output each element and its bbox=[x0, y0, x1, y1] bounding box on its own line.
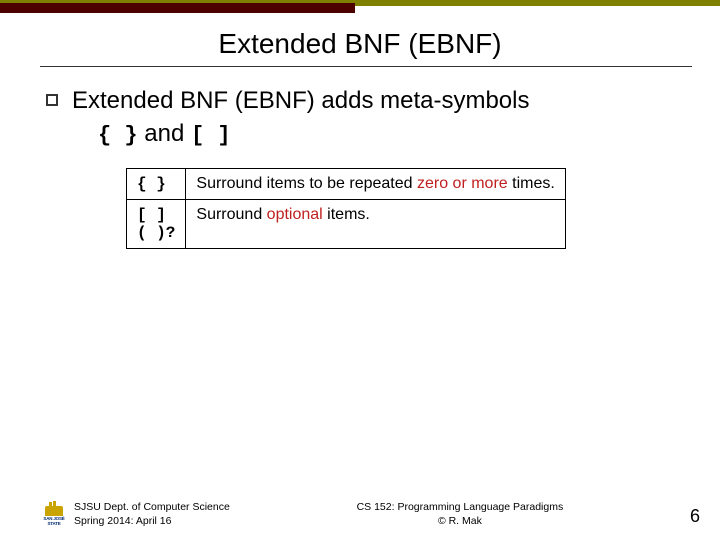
desc-highlight: zero or more bbox=[417, 175, 508, 192]
footer-dept: SJSU Dept. of Computer Science bbox=[74, 500, 230, 514]
footer-left: SAN JOSÉ STATE SJSU Dept. of Computer Sc… bbox=[42, 500, 230, 528]
footer-date: Spring 2014: April 16 bbox=[74, 514, 230, 528]
bullet-line1: Extended BNF (EBNF) adds meta-symbols bbox=[72, 86, 530, 116]
desc-pre: Surround bbox=[196, 206, 266, 223]
footer-course: CS 152: Programming Language Paradigms bbox=[357, 500, 564, 514]
table-symbol-cell: { } bbox=[127, 169, 186, 200]
symbol-table: { } Surround items to be repeated zero o… bbox=[126, 168, 566, 249]
footer-copyright: © R. Mak bbox=[357, 514, 564, 528]
slide-body: Extended BNF (EBNF) adds meta-symbols { … bbox=[46, 86, 692, 249]
symbol-table-wrap: { } Surround items to be repeated zero o… bbox=[126, 168, 692, 249]
desc-post: times. bbox=[508, 175, 555, 192]
logo-text: SAN JOSÉ STATE bbox=[42, 517, 66, 526]
desc-highlight: optional bbox=[267, 206, 323, 223]
desc-pre: Surround items to be repeated bbox=[196, 175, 417, 192]
slide: Extended BNF (EBNF) Extended BNF (EBNF) … bbox=[0, 0, 720, 540]
slide-footer: SAN JOSÉ STATE SJSU Dept. of Computer Sc… bbox=[42, 500, 700, 528]
desc-post: items. bbox=[323, 206, 370, 223]
sjsu-logo-icon: SAN JOSÉ STATE bbox=[42, 504, 66, 528]
bullet-content: Extended BNF (EBNF) adds meta-symbols { … bbox=[72, 86, 530, 148]
table-symbol-cell: [ ] ( )? bbox=[127, 200, 186, 249]
top-accent-bar bbox=[0, 0, 720, 6]
table-desc-cell: Surround items to be repeated zero or mo… bbox=[186, 169, 566, 200]
title-divider bbox=[40, 66, 692, 67]
accent-maroon bbox=[0, 3, 355, 13]
bullet-mid: and bbox=[138, 120, 191, 147]
slide-title: Extended BNF (EBNF) bbox=[0, 28, 720, 60]
bullet-marker-icon bbox=[46, 94, 58, 106]
symbol-braces: { } bbox=[98, 123, 138, 148]
table-row: { } Surround items to be repeated zero o… bbox=[127, 169, 566, 200]
page-number: 6 bbox=[690, 504, 700, 528]
footer-left-text: SJSU Dept. of Computer Science Spring 20… bbox=[74, 500, 230, 528]
symbol-brackets: [ ] bbox=[191, 123, 231, 148]
bullet-line2: { } and [ ] bbox=[98, 120, 530, 148]
table-desc-cell: Surround optional items. bbox=[186, 200, 566, 249]
table-row: [ ] ( )? Surround optional items. bbox=[127, 200, 566, 249]
footer-center: CS 152: Programming Language Paradigms ©… bbox=[357, 500, 564, 528]
bullet-item: Extended BNF (EBNF) adds meta-symbols { … bbox=[46, 86, 692, 148]
